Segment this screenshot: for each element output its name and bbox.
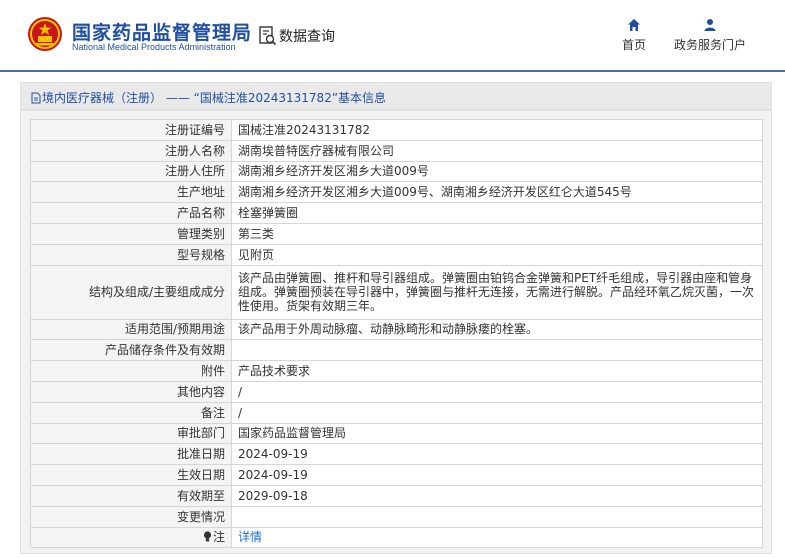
home-icon	[628, 19, 640, 31]
row-label: 注册证编号	[30, 119, 232, 141]
row-label: 变更情况	[30, 505, 232, 528]
row-label: 备注	[30, 401, 232, 424]
table-row: 附件 产品技术要求	[30, 360, 763, 382]
row-label: 结构及组成/主要组成成分	[30, 264, 232, 320]
nav-portal[interactable]: 政务服务门户	[672, 18, 748, 53]
row-value: /	[231, 401, 763, 424]
site-header: 国家药品监督管理局 National Medical Products Admi…	[0, 0, 785, 72]
row-value: 国械注准20243131782	[231, 119, 763, 141]
user-icon	[704, 19, 716, 31]
row-label: 注册人住所	[30, 160, 232, 183]
document-icon	[31, 92, 41, 104]
national-emblem-icon	[28, 17, 62, 51]
row-value: 湖南埃普特医疗器械有限公司	[231, 139, 763, 162]
row-value: 2029-09-18	[231, 484, 763, 507]
table-row: 生产地址 湖南湘乡经济开发区湘乡大道009号、湖南湘乡经济开发区红仑大道545号	[30, 181, 763, 204]
table-row: 注册证编号 国械注准20243131782	[30, 119, 763, 141]
row-label: 产品储存条件及有效期	[30, 339, 232, 362]
detail-panel: 注册证编号 国械注准20243131782 注册人名称 湖南埃普特医疗器械有限公司 注册…	[20, 110, 772, 554]
row-label: 附件	[30, 360, 232, 382]
table-row: 批准日期 2024-09-19	[30, 443, 763, 466]
row-value	[231, 505, 763, 528]
table-row: 生效日期 2024-09-19	[30, 464, 763, 486]
site-title[interactable]: 国家药品监督管理局	[72, 18, 252, 45]
table-row: 管理类别 第三类	[30, 222, 763, 245]
row-label: 管理类别	[30, 222, 232, 245]
header-divider	[0, 70, 785, 72]
nav-portal-label: 政务服务门户	[673, 38, 746, 52]
table-row: 有效期至 2029-09-18	[30, 484, 763, 507]
table-row: 型号规格 见附页	[30, 243, 763, 266]
table-row: 适用范围/预期用途 该产品用于外周动脉瘤、动静脉畸形和动静脉瘘的栓塞。	[30, 318, 763, 341]
row-label: 注册人名称	[30, 139, 232, 162]
lightbulb-icon	[203, 531, 212, 542]
row-label: 适用范围/预期用途	[30, 318, 232, 341]
row-value: 2024-09-19	[231, 443, 763, 466]
row-value: /	[231, 380, 763, 403]
table-row: 注册人名称 湖南埃普特医疗器械有限公司	[30, 139, 763, 162]
row-label: 有效期至	[30, 484, 232, 507]
table-row: 注册人住所 湖南湘乡经济开发区湘乡大道009号	[30, 160, 763, 183]
row-label: 生产地址	[30, 181, 232, 204]
nav-home-label: 首页	[621, 38, 646, 52]
row-label: 其他内容	[30, 380, 232, 403]
row-value: 第三类	[231, 222, 763, 245]
row-value: 栓塞弹簧圈	[231, 202, 763, 224]
row-value: 见附页	[231, 243, 763, 266]
row-value: 湖南湘乡经济开发区湘乡大道009号	[231, 160, 763, 183]
row-value: 该产品由弹簧圈、推杆和导引器组成。弹簧圈由铂钨合金弹簧和PET纤毛组成，导引器由…	[231, 264, 763, 320]
registration-info-table: 注册证编号 国械注准20243131782 注册人名称 湖南埃普特医疗器械有限公司 注册…	[30, 119, 763, 549]
breadcrumb-text[interactable]: 境内医疗器械（注册） —— “国械注准20243131782”基本信息	[42, 91, 386, 105]
data-query-label[interactable]: 数据查询	[279, 26, 335, 46]
row-label: 型号规格	[30, 243, 232, 266]
row-label: 生效日期	[30, 464, 232, 486]
table-row: 产品储存条件及有效期	[30, 339, 763, 362]
row-label: 审批部门	[30, 422, 232, 445]
breadcrumb-bar: 境内医疗器械（注册） —— “国械注准20243131782”基本信息	[20, 82, 772, 110]
nav-home[interactable]: 首页	[620, 18, 648, 53]
table-row: 备注 /	[30, 401, 763, 424]
row-value: 产品技术要求	[231, 360, 763, 382]
data-query-icon[interactable]	[259, 26, 277, 46]
table-row: 产品名称 栓塞弹簧圈	[30, 202, 763, 224]
details-link[interactable]: 详情	[238, 530, 262, 544]
note-label-cell: 注	[30, 526, 232, 549]
row-label: 批准日期	[30, 443, 232, 466]
note-value-cell: 详情	[231, 526, 763, 549]
row-value: 2024-09-19	[231, 464, 763, 486]
table-row-note: 注 详情	[30, 526, 763, 549]
site-subtitle: National Medical Products Administration	[72, 42, 236, 52]
note-label: 注	[212, 530, 225, 545]
row-value: 国家药品监督管理局	[231, 422, 763, 445]
table-row: 结构及组成/主要组成成分 该产品由弹簧圈、推杆和导引器组成。弹簧圈由铂钨合金弹簧和…	[30, 264, 763, 320]
table-row: 变更情况	[30, 505, 763, 528]
row-value: 湖南湘乡经济开发区湘乡大道009号、湖南湘乡经济开发区红仑大道545号	[231, 181, 763, 204]
row-label: 产品名称	[30, 202, 232, 224]
breadcrumb: 境内医疗器械（注册） —— “国械注准20243131782”基本信息	[31, 89, 386, 106]
row-value: 该产品用于外周动脉瘤、动静脉畸形和动静脉瘘的栓塞。	[231, 318, 763, 341]
table-row: 审批部门 国家药品监督管理局	[30, 422, 763, 445]
row-value	[231, 339, 763, 362]
table-row: 其他内容 /	[30, 380, 763, 403]
